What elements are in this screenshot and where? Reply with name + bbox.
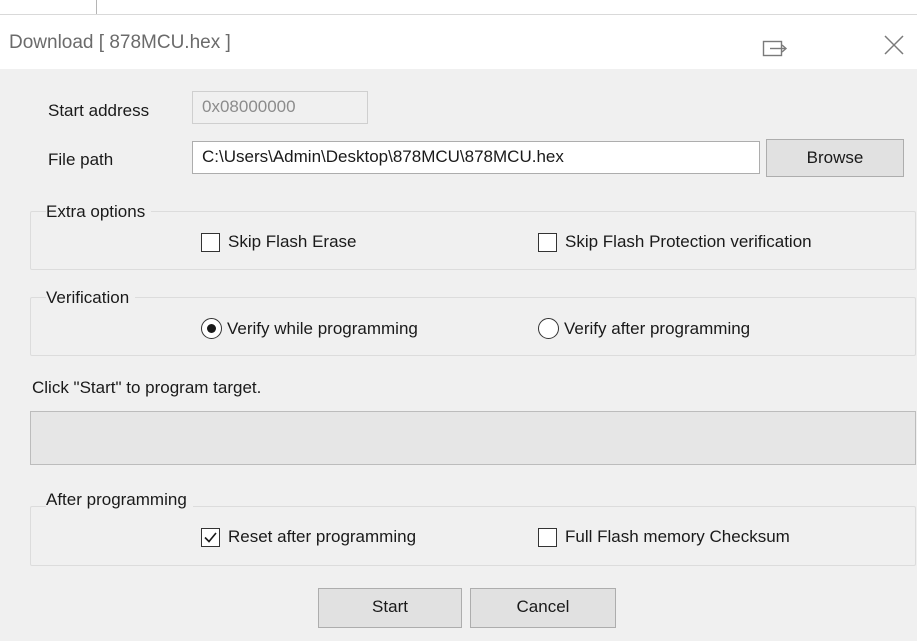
browse-button[interactable]: Browse xyxy=(766,139,904,177)
skip-flash-protection-checkbox[interactable]: Skip Flash Protection verification xyxy=(538,232,812,252)
check-icon xyxy=(204,531,217,543)
checkbox-box xyxy=(538,232,557,252)
restore-icon[interactable] xyxy=(762,37,788,59)
close-icon[interactable] xyxy=(882,33,906,57)
start-address-label: Start address xyxy=(48,101,150,120)
skip-flash-protection-label: Skip Flash Protection verification xyxy=(565,232,812,251)
extra-options-title: Extra options xyxy=(46,202,152,222)
full-flash-checksum-checkbox[interactable]: Full Flash memory Checksum xyxy=(538,527,790,547)
background-window-strip xyxy=(0,0,917,15)
radio-selected-dot xyxy=(207,324,216,333)
verify-after-programming-radio[interactable]: Verify after programming xyxy=(538,318,750,339)
verify-while-programming-label: Verify while programming xyxy=(227,318,418,338)
after-programming-title: After programming xyxy=(46,490,193,510)
background-divider xyxy=(96,0,97,14)
verification-group xyxy=(30,297,916,356)
verify-while-programming-radio[interactable]: Verify while programming xyxy=(201,318,418,339)
start-button[interactable]: Start xyxy=(318,588,462,628)
skip-flash-erase-checkbox[interactable]: Skip Flash Erase xyxy=(201,232,357,252)
cancel-button[interactable]: Cancel xyxy=(470,588,616,628)
verification-title: Verification xyxy=(46,288,136,308)
title-bar: Download [ 878MCU.hex ] xyxy=(0,15,917,69)
checkbox-box xyxy=(201,527,220,547)
verify-after-programming-label: Verify after programming xyxy=(564,318,751,338)
start-address-field: 0x08000000 xyxy=(192,91,368,124)
checkbox-box xyxy=(201,232,220,252)
radio-circle xyxy=(201,318,222,339)
status-message: Click "Start" to program target. xyxy=(32,378,262,397)
file-path-label: File path xyxy=(48,150,114,169)
file-path-field[interactable]: C:\Users\Admin\Desktop\878MCU\878MCU.hex xyxy=(192,141,760,174)
reset-after-programming-checkbox[interactable]: Reset after programming xyxy=(201,527,416,547)
radio-circle xyxy=(538,318,559,339)
window-title: Download [ 878MCU.hex ] xyxy=(9,32,231,53)
full-flash-checksum-label: Full Flash memory Checksum xyxy=(565,527,790,546)
skip-flash-erase-label: Skip Flash Erase xyxy=(228,232,357,251)
reset-after-programming-label: Reset after programming xyxy=(228,527,417,546)
checkbox-box xyxy=(538,527,557,547)
progress-bar xyxy=(30,411,916,465)
